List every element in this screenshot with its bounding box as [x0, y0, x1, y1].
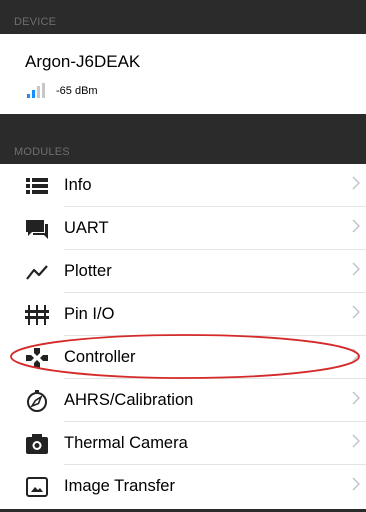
module-row-pin-io[interactable]: Pin I/O [0, 293, 366, 336]
chevron-right-icon [352, 305, 360, 319]
highlight-ellipse [10, 334, 360, 379]
modules-section-title: MODULES [14, 146, 70, 158]
signal-strength-icon [27, 83, 45, 98]
module-row-plotter[interactable]: Plotter [0, 250, 366, 293]
chevron-right-icon [352, 477, 360, 491]
device-cell[interactable]: Argon-J6DEAK -65 dBm [0, 34, 366, 114]
list-icon [25, 175, 49, 197]
module-label-plotter: Plotter [64, 262, 112, 280]
module-label-pin-io: Pin I/O [64, 305, 115, 323]
chat-icon [25, 218, 49, 240]
module-label-uart: UART [64, 219, 109, 237]
module-row-image-transfer[interactable]: Image Transfer [0, 465, 366, 508]
chevron-right-icon [352, 391, 360, 405]
chevron-right-icon [352, 176, 360, 190]
camera-icon [25, 433, 49, 455]
pins-icon [25, 304, 49, 326]
chevron-right-icon [352, 262, 360, 276]
chevron-right-icon [352, 219, 360, 233]
compass-icon [25, 390, 49, 412]
module-row-uart[interactable]: UART [0, 207, 366, 250]
module-label-thermal-camera: Thermal Camera [64, 434, 188, 452]
module-label-ahrs-calibration: AHRS/Calibration [64, 391, 194, 409]
rssi-value: -65 dBm [56, 85, 98, 97]
device-section-header: DEVICE [0, 0, 366, 34]
image-icon [25, 476, 49, 498]
device-section-title: DEVICE [14, 16, 57, 28]
chart-line-icon [25, 261, 49, 283]
module-row-ahrs-calibration[interactable]: AHRS/Calibration [0, 379, 366, 422]
device-name: Argon-J6DEAK [25, 52, 141, 71]
chevron-right-icon [352, 434, 360, 448]
module-label-info: Info [64, 176, 92, 194]
modules-section-header: MODULES [0, 114, 366, 164]
module-row-thermal-camera[interactable]: Thermal Camera [0, 422, 366, 465]
module-row-info[interactable]: Info [0, 164, 366, 207]
module-label-image-transfer: Image Transfer [64, 477, 175, 495]
